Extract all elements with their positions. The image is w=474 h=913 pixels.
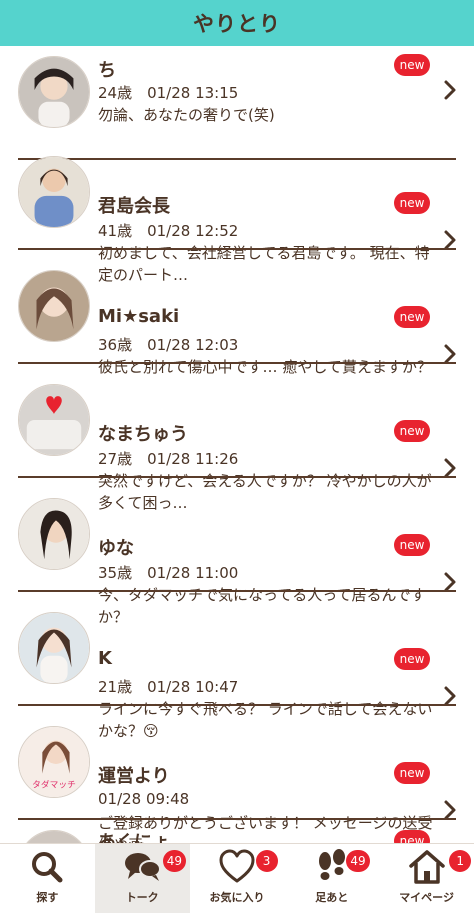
tab-label: 探す xyxy=(36,891,59,904)
new-badge: new xyxy=(394,534,430,556)
message-item[interactable]: なまちゅう 27歳 01/28 11:26 突然ですけど、会える人ですか？ 冷や… xyxy=(0,364,474,512)
sender-name: 君島会長 xyxy=(98,196,170,217)
new-badge: new xyxy=(394,830,430,843)
bottom-tab-bar: 探す トーク 49 お気に入り 3 足あと 49 マイページ 1 xyxy=(0,843,474,913)
search-icon xyxy=(32,852,63,883)
new-badge: new xyxy=(394,762,430,784)
page-title: やりとり xyxy=(193,12,281,36)
sender-name: Mi★saki xyxy=(98,306,180,327)
sender-age-timestamp: 36歳 01/28 12:03 xyxy=(98,336,239,354)
divider xyxy=(18,476,456,478)
footprints-icon xyxy=(318,849,345,880)
unread-count-badge: 49 xyxy=(162,850,187,872)
new-badge: new xyxy=(394,648,430,670)
avatar-brand-text: タダマッチ xyxy=(32,778,76,790)
tab-label: トーク xyxy=(125,891,159,904)
avatar xyxy=(18,270,90,342)
message-list[interactable]: ち 24歳 01/28 13:15 勿論、あなたの奢りで(笑) new 君島会長… xyxy=(0,46,474,843)
chevron-right-icon[interactable] xyxy=(442,79,458,101)
favorites-count-badge: 3 xyxy=(255,850,278,872)
sender-age-timestamp: 24歳 01/28 13:15 xyxy=(98,84,239,102)
avatar xyxy=(18,56,90,128)
sender-age-timestamp: 35歳 01/28 11:00 xyxy=(98,564,239,582)
tab-mypage[interactable]: マイページ 1 xyxy=(379,844,474,913)
message-item[interactable]: ゆな 35歳 01/28 11:00 今、タダマッチで気になってる人って居るんで… xyxy=(0,478,474,626)
avatar: タダマッチ xyxy=(18,726,90,798)
new-badge: new xyxy=(394,306,430,328)
avatar xyxy=(18,830,90,843)
message-item[interactable]: 君島会長 41歳 01/28 12:52 初めまして、会社経営してる君島です。 … xyxy=(0,136,474,284)
divider xyxy=(18,818,456,820)
avatar xyxy=(18,156,90,228)
heart-icon xyxy=(219,849,255,883)
footprints-count-badge: 49 xyxy=(346,850,370,872)
sender-age-timestamp: 41歳 01/28 12:52 xyxy=(98,222,239,240)
avatar xyxy=(18,384,90,456)
tab-footprints[interactable]: 足あと 49 xyxy=(284,844,379,913)
divider xyxy=(18,704,456,706)
tab-label: マイページ xyxy=(399,891,454,904)
sender-age-timestamp: 21歳 01/28 10:47 xyxy=(98,678,239,696)
avatar xyxy=(18,612,90,684)
avatar xyxy=(18,498,90,570)
divider xyxy=(18,362,456,364)
sender-name: K xyxy=(98,648,112,669)
sender-name: ゆな xyxy=(98,538,134,559)
sender-timestamp: 01/28 09:48 xyxy=(98,790,190,808)
new-badge: new xyxy=(394,192,430,214)
divider xyxy=(18,248,456,250)
chat-bubbles-icon xyxy=(125,853,162,881)
sender-name: 運営より xyxy=(98,766,170,787)
sender-age-timestamp: 27歳 01/28 11:26 xyxy=(98,450,239,468)
home-icon xyxy=(408,850,445,884)
message-item[interactable]: あくにょ new xyxy=(0,820,474,843)
tab-search[interactable]: 探す xyxy=(0,844,95,913)
message-item[interactable]: K 21歳 01/28 10:47 ラインに今すぐ飛べる？ ラインで話して会えな… xyxy=(0,592,474,740)
message-preview: 勿論、あなたの奢りで(笑) xyxy=(98,106,275,124)
mypage-notification-badge: 1 xyxy=(449,850,472,872)
new-badge: new xyxy=(394,420,430,442)
tab-label: 足あと xyxy=(315,891,349,904)
sender-name: ち xyxy=(98,60,116,81)
message-item[interactable]: タダマッチ 運営より 01/28 09:48 ご登録ありがとうございます！ メッ… xyxy=(0,706,474,843)
sender-name: あくにょ xyxy=(98,832,170,843)
divider xyxy=(18,590,456,592)
sender-name: なまちゅう xyxy=(98,424,188,445)
tab-favorites[interactable]: お気に入り 3 xyxy=(190,844,285,913)
new-badge: new xyxy=(394,54,430,76)
app-header: やりとり xyxy=(0,0,474,46)
message-item[interactable]: Mi★saki 36歳 01/28 12:03 彼氏と別れて傷心中です… 癒やし… xyxy=(0,250,474,376)
tab-talk[interactable]: トーク 49 xyxy=(94,844,190,913)
tab-label: お気に入り xyxy=(209,891,265,904)
